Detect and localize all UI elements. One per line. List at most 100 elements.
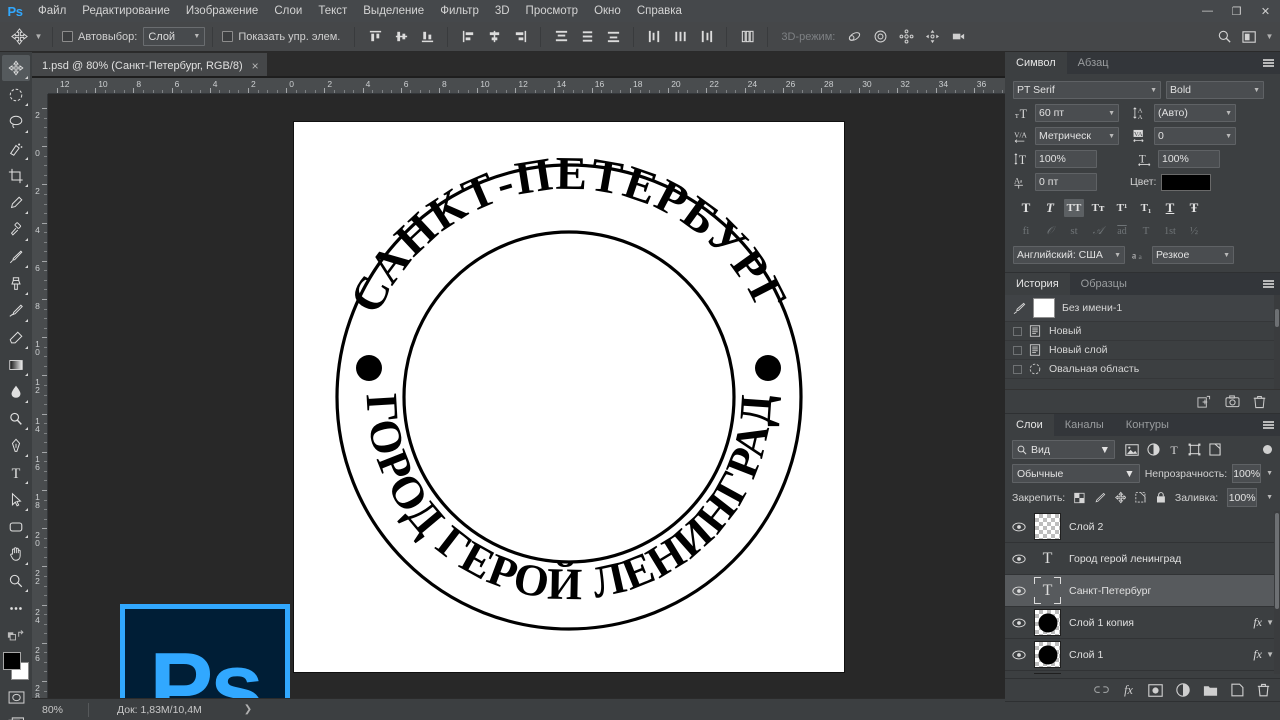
align-left-edges-icon[interactable] xyxy=(457,26,479,48)
history-brush-source-icon[interactable] xyxy=(1013,302,1026,315)
move-tool-icon[interactable] xyxy=(6,24,32,50)
delete-layer-icon[interactable] xyxy=(1257,683,1270,697)
layer-row[interactable]: Слой 1 fx ▼ xyxy=(1005,639,1280,671)
tab-swatches[interactable]: Образцы xyxy=(1070,273,1138,295)
hand-tool[interactable] xyxy=(2,541,30,567)
rectangle-tool[interactable] xyxy=(2,514,30,540)
menu-item-image[interactable]: Изображение xyxy=(178,0,266,22)
autoselect-checkbox[interactable]: Автовыбор: xyxy=(62,31,137,43)
layer-style-icon[interactable]: fx xyxy=(1122,683,1135,697)
opacity-value[interactable]: 100% xyxy=(1232,464,1262,483)
eyedropper-tool[interactable] xyxy=(2,190,30,216)
layer-name[interactable]: Слой 2 xyxy=(1069,521,1103,533)
vertical-ruler[interactable]: 20246810121416182022242628 xyxy=(32,94,48,698)
layer-row-selected[interactable]: T Санкт-Петербург xyxy=(1005,575,1280,607)
tab-channels[interactable]: Каналы xyxy=(1054,414,1115,436)
distribute-left-edges-icon[interactable] xyxy=(643,26,665,48)
distribute-top-edges-icon[interactable] xyxy=(550,26,572,48)
layer-visibility-icon[interactable] xyxy=(1011,522,1026,532)
layers-scrollbar[interactable] xyxy=(1274,511,1280,674)
horizontal-type-tool[interactable]: T xyxy=(2,460,30,486)
strikethrough-button[interactable]: Ŧ xyxy=(1184,199,1204,217)
lock-image-pixels-icon[interactable] xyxy=(1094,492,1106,504)
distribute-horizontal-centers-icon[interactable] xyxy=(669,26,691,48)
checkbox-box[interactable] xyxy=(222,31,234,42)
fill-value[interactable]: 100% xyxy=(1227,488,1258,507)
minimize-button[interactable]: — xyxy=(1193,0,1222,22)
gradient-tool[interactable] xyxy=(2,352,30,378)
align-horizontal-centers-icon[interactable] xyxy=(483,26,505,48)
panel-menu-icon[interactable] xyxy=(1263,273,1274,295)
crop-tool[interactable] xyxy=(2,163,30,189)
layer-thumbnail[interactable] xyxy=(1034,513,1061,540)
layer-thumbnail[interactable]: T xyxy=(1034,545,1061,572)
discretionary-ligatures-button[interactable]: st xyxy=(1064,222,1084,240)
clone-stamp-tool[interactable] xyxy=(2,271,30,297)
edit-toolbar-button[interactable] xyxy=(2,595,30,621)
history-scrollbar[interactable] xyxy=(1274,295,1280,389)
contextual-alternates-button[interactable]: 𝒪 xyxy=(1040,222,1060,240)
move-tool[interactable] xyxy=(2,55,30,81)
zoom-tool[interactable] xyxy=(2,568,30,594)
camera-3d-icon[interactable] xyxy=(947,26,969,48)
distribute-right-edges-icon[interactable] xyxy=(695,26,717,48)
layer-visibility-icon[interactable] xyxy=(1011,586,1026,596)
canvas-area[interactable]: САНКТ-ПЕТЕРБУРГ ГОРОД ГЕРОЙ ЛЕНИНГРАД Ps xyxy=(48,94,1005,698)
filter-shape-icon[interactable] xyxy=(1188,443,1201,456)
spot-healing-brush-tool[interactable] xyxy=(2,217,30,243)
horizontal-scale-input[interactable]: 100% xyxy=(1158,150,1220,168)
workspace-chevron-down-icon[interactable]: ▼ xyxy=(1263,32,1276,41)
menu-item-file[interactable]: Файл xyxy=(30,0,74,22)
pen-tool[interactable] xyxy=(2,433,30,459)
tracking-select[interactable]: 0 ▼ xyxy=(1154,127,1236,145)
layer-effects-badge[interactable]: fx xyxy=(1253,615,1262,630)
layer-thum[interactable] xyxy=(1034,641,1061,668)
language-select[interactable]: Английский: США ▼ xyxy=(1013,246,1125,264)
close-button[interactable]: ✕ xyxy=(1251,0,1280,22)
document-page[interactable]: САНКТ-ПЕТЕРБУРГ ГОРОД ГЕРОЙ ЛЕНИНГРАД xyxy=(294,122,844,672)
lock-transparent-pixels-icon[interactable] xyxy=(1074,492,1085,504)
layer-visibility-icon[interactable] xyxy=(1011,650,1026,660)
restore-button[interactable]: ❐ xyxy=(1222,0,1251,22)
horizontal-ruler[interactable]: 12 10 8 6 4 2 0 2 4 6 8 10 12 14 16 18 20 22 24 26 28 30 32 34 3… xyxy=(48,78,1005,94)
history-list[interactable]: Без имени-1 Новый Новый слой Овальная об… xyxy=(1005,295,1280,389)
layer-effects-chevron-down-icon[interactable]: ▼ xyxy=(1266,618,1274,627)
panel-menu-icon[interactable] xyxy=(1263,414,1274,436)
align-bottom-edges-icon[interactable] xyxy=(416,26,438,48)
quick-selection-tool[interactable] xyxy=(2,136,30,162)
superscript-button[interactable]: T¹ xyxy=(1112,199,1132,217)
layer-name[interactable]: Слой 1 xyxy=(1069,649,1103,661)
menu-item-view[interactable]: Просмотр xyxy=(518,0,587,22)
text-color-swatch[interactable] xyxy=(1161,173,1212,191)
vertical-scale-input[interactable]: 100% xyxy=(1035,150,1097,168)
kerning-select[interactable]: Метрическ ▼ xyxy=(1035,127,1119,145)
history-snapshot-checkbox[interactable] xyxy=(1013,326,1022,336)
history-snapshot-row[interactable]: Без имени-1 xyxy=(1005,295,1280,322)
slide-3d-icon[interactable] xyxy=(921,26,943,48)
filter-smart-object-icon[interactable] xyxy=(1209,443,1221,456)
new-layer-icon[interactable] xyxy=(1231,683,1244,697)
menu-item-filter[interactable]: Фильтр xyxy=(432,0,487,22)
document-tab[interactable]: 1.psd @ 80% (Санкт-Петербург, RGB/8) × xyxy=(32,53,267,76)
menu-item-window[interactable]: Окно xyxy=(586,0,629,22)
layer-row[interactable]: Слой 1 копия fx ▼ xyxy=(1005,607,1280,639)
color-swatches[interactable] xyxy=(2,652,30,682)
lock-all-icon[interactable] xyxy=(1156,491,1166,504)
faux-italic-button[interactable]: T xyxy=(1040,199,1060,217)
create-document-from-state-icon[interactable] xyxy=(1197,395,1211,409)
filter-adjustment-icon[interactable] xyxy=(1147,443,1160,456)
layer-mask-icon[interactable] xyxy=(1148,683,1163,697)
lasso-tool[interactable] xyxy=(2,109,30,135)
tool-preset-chevron-down-icon[interactable]: ▼ xyxy=(32,32,45,41)
layer-thumbnail[interactable] xyxy=(1034,673,1061,674)
auto-align-layers-icon[interactable] xyxy=(736,26,758,48)
font-family-select[interactable]: PT Serif ▼ xyxy=(1013,81,1161,99)
titling-alternates-button[interactable]: T xyxy=(1136,222,1156,240)
scroll-thumb[interactable] xyxy=(1275,513,1279,609)
subscript-button[interactable]: T₁ xyxy=(1136,199,1156,217)
history-state-row[interactable]: Новый xyxy=(1005,322,1280,341)
antialias-select[interactable]: Резкое ▼ xyxy=(1152,246,1234,264)
dodge-tool[interactable] xyxy=(2,406,30,432)
blur-tool[interactable] xyxy=(2,379,30,405)
underline-button[interactable]: T xyxy=(1160,199,1180,217)
